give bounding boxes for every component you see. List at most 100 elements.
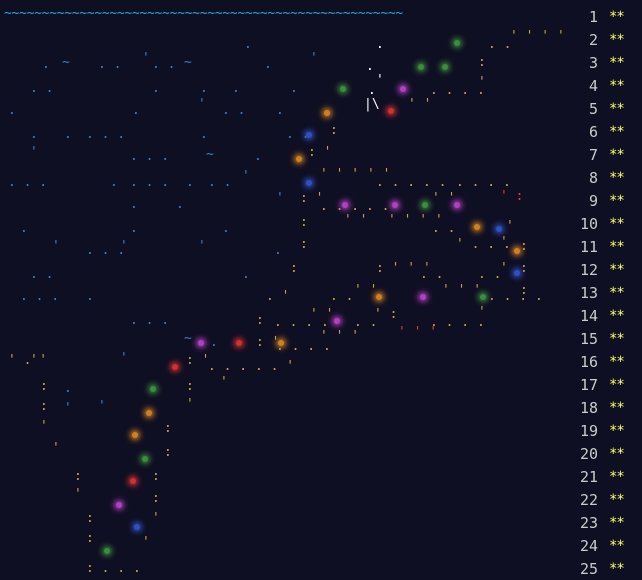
tower-part: . (368, 83, 376, 98)
calendar-day-8[interactable]: 8 ** (572, 166, 642, 189)
calendar-day-4[interactable]: 4 ** (572, 74, 642, 97)
path-segment: : (164, 445, 172, 460)
path-segment: . . . . (488, 289, 543, 304)
day-stars: ** (609, 491, 625, 508)
sea-speck: . . . (130, 175, 170, 190)
day-number: 24 (579, 536, 598, 555)
day-stars: ** (609, 146, 625, 163)
calendar-day-5[interactable]: 5 ** (572, 97, 642, 120)
calendar-day-9[interactable]: 9 ** (572, 189, 642, 212)
glowing-light (496, 226, 502, 232)
calendar-day-7[interactable]: 7 ** (572, 143, 642, 166)
glowing-light (198, 340, 204, 346)
calendar-day-12[interactable]: 12 ** (572, 258, 642, 281)
sea-speck: ~ (62, 55, 70, 70)
path-segment: ' (186, 397, 194, 412)
calendar-day-20[interactable]: 20 ** (572, 442, 642, 465)
day-number: 5 (588, 99, 598, 118)
day-number: 23 (579, 513, 598, 532)
sea-speck: ' (98, 399, 106, 414)
day-number: 10 (579, 214, 598, 233)
glowing-light (400, 86, 406, 92)
calendar-day-23[interactable]: 23 ** (572, 511, 642, 534)
calendar-day-19[interactable]: 19 ** (572, 419, 642, 442)
glowing-light (454, 40, 460, 46)
day-stars: ** (609, 330, 625, 347)
calendar-day-21[interactable]: 21 ** (572, 465, 642, 488)
glowing-light (132, 432, 138, 438)
sea-speck: ' (198, 97, 206, 112)
glowing-light (422, 202, 428, 208)
day-number: 20 (579, 444, 598, 463)
glowing-light (134, 524, 140, 530)
day-stars: ** (609, 468, 625, 485)
sea-speck: ' (64, 401, 72, 416)
sea-speck: . . (222, 103, 246, 118)
calendar-day-14[interactable]: 14 ** (572, 304, 642, 327)
day-number: 25 (579, 559, 598, 578)
glowing-light (146, 410, 152, 416)
sea-speck: ' (52, 239, 60, 254)
sea-speck: . . (98, 57, 122, 72)
day-stars: ** (609, 54, 625, 71)
path-segment: . . . . (456, 175, 511, 190)
path-segment: ' ' (310, 307, 334, 322)
tower-part: ' (376, 73, 384, 88)
calendar-day-22[interactable]: 22 ** (572, 488, 642, 511)
glowing-light (296, 156, 302, 162)
day-stars: ** (609, 215, 625, 232)
calendar-day-2[interactable]: 2 ** (572, 28, 642, 51)
calendar-day-17[interactable]: 17 ** (572, 373, 642, 396)
calendar-day-1[interactable]: 1 ** (572, 5, 642, 28)
day-stars: ** (609, 284, 625, 301)
sea-speck: ' (242, 169, 250, 184)
glowing-light (480, 294, 486, 300)
calendar-day-11[interactable]: 11 ** (572, 235, 642, 258)
path-segment: : (164, 421, 172, 436)
glowing-light (392, 202, 398, 208)
red-marker: ' ' ' (398, 325, 438, 340)
day-number: 14 (579, 306, 598, 325)
path-segment: . . (366, 199, 390, 214)
sea-speck: . . . (130, 149, 170, 164)
calendar-day-10[interactable]: 10 ** (572, 212, 642, 235)
path-segment: ' ' ' (442, 283, 482, 298)
calendar-day-13[interactable]: 13 ** (572, 281, 642, 304)
glowing-light (104, 548, 110, 554)
day-stars: ** (609, 31, 625, 48)
glowing-light (150, 386, 156, 392)
sea-speck: . (264, 57, 272, 72)
sea-speck: . . (152, 57, 176, 72)
sea-speck: . (222, 221, 230, 236)
path-segment: ' (506, 219, 514, 234)
path-segment: . . (420, 267, 444, 282)
glowing-light (324, 110, 330, 116)
calendar-day-24[interactable]: 24 ** (572, 534, 642, 557)
calendar-day-6[interactable]: 6 ** (572, 120, 642, 143)
calendar-day-25[interactable]: 25 ** (572, 557, 642, 580)
sea-speck: . (274, 243, 282, 258)
path-segment: ' (500, 261, 508, 276)
sea-speck: . (8, 103, 16, 118)
sea-speck: . (64, 381, 72, 396)
calendar-day-18[interactable]: 18 ** (572, 396, 642, 419)
path-segment: : (40, 379, 48, 394)
glowing-light (420, 294, 426, 300)
path-segment: . . . . . ' (208, 359, 295, 374)
glowing-light (306, 180, 312, 186)
calendar-day-15[interactable]: 15 ** (572, 327, 642, 350)
day-number: 4 (588, 76, 598, 95)
path-segment: . . . . (430, 83, 485, 98)
sea-speck: . (176, 197, 184, 212)
day-number: 22 (579, 490, 598, 509)
day-number: 15 (579, 329, 598, 348)
calendar-day-3[interactable]: 3 ** (572, 51, 642, 74)
sea-speck: ' (276, 191, 284, 206)
calendar-day-16[interactable]: 16 ** (572, 350, 642, 373)
sea-speck: . (42, 57, 50, 72)
ascii-art-scene: ~~~~~~~~~~~~~~~~~~~~~~~~~~~~~~~~~~~~~~~~… (0, 0, 642, 580)
sea-speck: . (232, 81, 240, 96)
path-segment: ' ' (344, 213, 368, 228)
sea-speck: . (130, 197, 138, 212)
path-segment: ' (74, 487, 82, 502)
